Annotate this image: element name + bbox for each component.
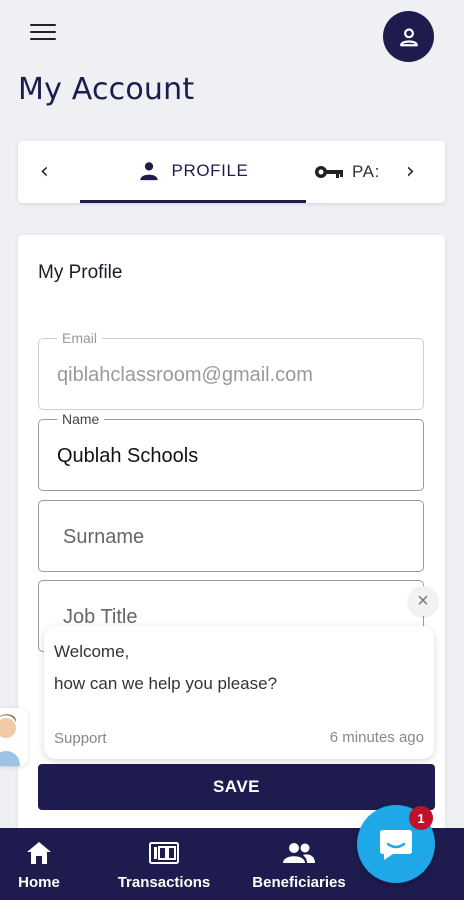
user-icon (399, 27, 418, 46)
chevron-left-icon[interactable]: ‹ (40, 159, 49, 184)
chat-notification-badge: 1 (409, 806, 433, 830)
page-title: My Account (18, 72, 195, 107)
hamburger-menu-icon[interactable] (30, 24, 56, 44)
save-button[interactable]: SAVE (38, 764, 435, 810)
email-label: Email (57, 330, 103, 346)
name-field[interactable]: Name Qublah Schools (38, 411, 424, 491)
tab-profile[interactable]: PROFILE (80, 141, 306, 203)
top-bar (0, 0, 464, 70)
chat-sender: Support (54, 730, 107, 747)
people-icon (283, 843, 315, 863)
chat-greeting: Welcome, (54, 642, 130, 661)
account-tabs: ‹ PROFILE PA: › (18, 141, 445, 203)
name-label: Name (57, 411, 105, 427)
home-icon (27, 842, 51, 864)
chat-message: how can we help you please? (54, 674, 278, 693)
email-value: qiblahclassroom@gmail.com (57, 364, 313, 386)
chat-timestamp: 6 minutes ago (329, 729, 424, 746)
close-chat-icon[interactable]: × (408, 586, 438, 616)
chat-message-bubble[interactable]: Welcome, how can we help you please? Sup… (44, 626, 434, 759)
surname-placeholder: Surname (63, 526, 145, 548)
account-avatar-button[interactable] (383, 11, 434, 62)
chat-icon (380, 830, 412, 860)
nav-transactions-label: Transactions (117, 874, 211, 891)
email-field[interactable]: Email qiblahclassroom@gmail.com (38, 330, 424, 410)
nav-transactions[interactable]: Transactions (106, 828, 222, 900)
support-agent-avatar (0, 708, 28, 766)
nav-beneficiaries[interactable]: Beneficiaries (242, 828, 356, 900)
chevron-right-icon[interactable]: › (406, 159, 415, 184)
surname-field[interactable]: Surname (38, 500, 424, 572)
tab-password-label: PA: (352, 162, 380, 181)
name-value: Qublah Schools (57, 445, 199, 467)
tab-password[interactable]: PA: (314, 141, 394, 203)
profile-title: My Profile (38, 262, 123, 283)
receipt-icon (149, 842, 179, 864)
person-icon (139, 161, 158, 180)
nav-home[interactable]: Home (6, 828, 72, 900)
nav-beneficiaries-label: Beneficiaries (252, 874, 346, 891)
key-icon (315, 166, 343, 178)
nav-home-label: Home (18, 874, 60, 891)
tab-profile-label: PROFILE (171, 160, 249, 180)
agent-face-icon (0, 714, 20, 766)
